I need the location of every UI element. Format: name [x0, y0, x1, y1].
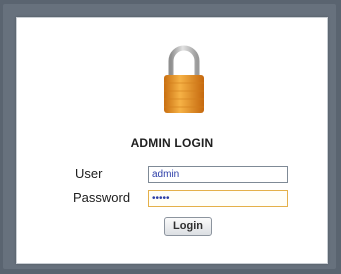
window-frame: ADMIN LOGIN User Password Login — [3, 4, 336, 269]
login-panel: ADMIN LOGIN User Password Login — [16, 17, 328, 264]
user-input[interactable] — [148, 166, 288, 183]
login-button[interactable]: Login — [164, 217, 212, 236]
password-input[interactable] — [148, 190, 288, 207]
password-label: Password — [73, 190, 131, 205]
login-title: ADMIN LOGIN — [130, 136, 214, 150]
user-label: User — [75, 166, 103, 181]
padlock-icon — [164, 45, 204, 113]
